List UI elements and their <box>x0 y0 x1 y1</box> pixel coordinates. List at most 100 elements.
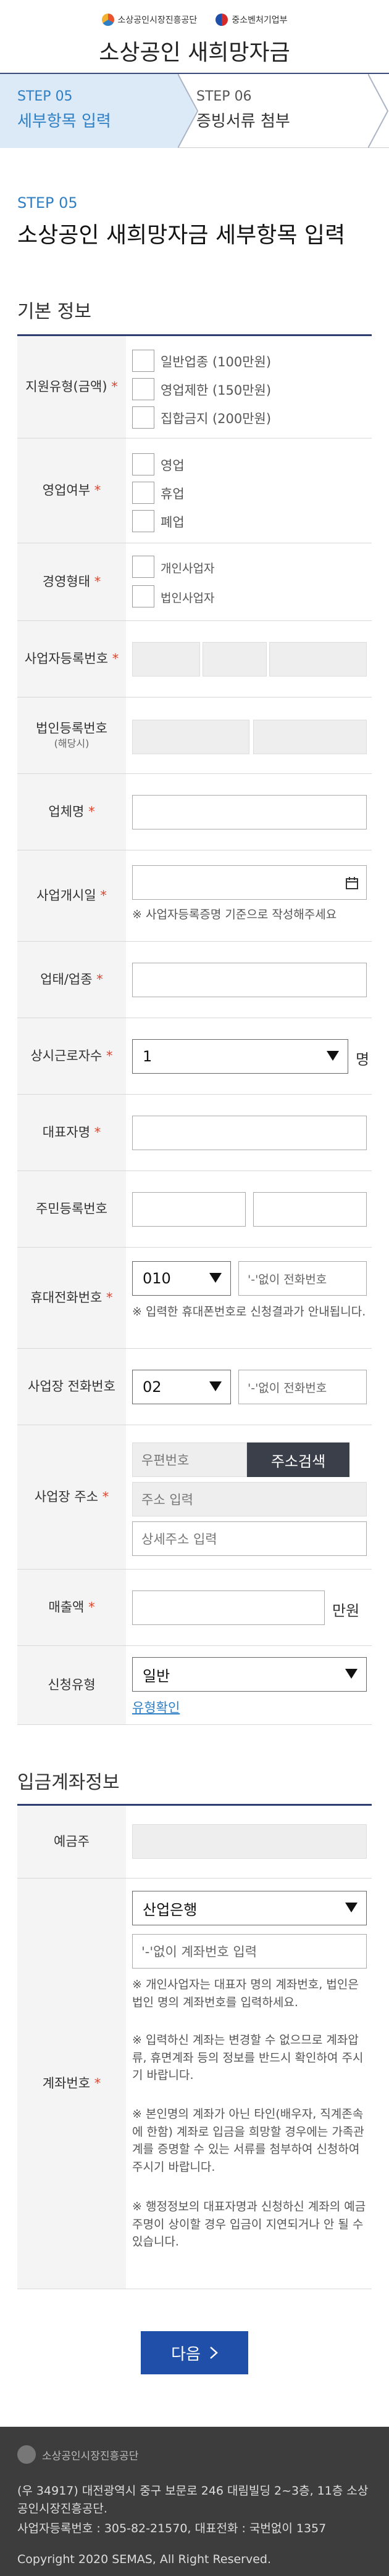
form-option-corporate: 법인사업자 <box>161 591 215 605</box>
step-next-label: 증빙서류 첨부 <box>196 112 290 131</box>
biz-reg-no-part2[interactable] <box>203 642 267 677</box>
section-step: STEP 05 <box>17 194 78 212</box>
row-ceo-name: 대표자명 * <box>17 1095 372 1171</box>
business-type-input[interactable] <box>132 963 367 997</box>
footer-biz-info: 사업자등록번호 : 305-82-21570, 대표전화 : 국번없이 1357 <box>17 2522 327 2535</box>
form-option-individual: 개인사업자 <box>161 562 215 575</box>
account-number-input[interactable]: '-'없이 계좌번호 입력 <box>132 1934 367 1969</box>
row-biz-phone: 사업장 전화번호 02 '-'없이 전화번호 <box>17 1349 372 1425</box>
row-support-type: 지원유형(금액) * 일반업종 (100만원) 영업제한 (150만원) 집합금… <box>17 336 372 438</box>
semas-logo-text: 소상공인시장진흥공단 <box>117 15 198 25</box>
account-number-label: 계좌번호 * <box>17 1879 126 2289</box>
biz-phone-number-input[interactable]: '-'없이 전화번호 <box>238 1370 367 1404</box>
support-type-option-3: 집합금지 (200만원) <box>161 411 272 426</box>
corp-reg-no-part1[interactable] <box>132 720 249 754</box>
row-company-name: 업체명 * <box>17 774 372 850</box>
company-name-input[interactable] <box>132 795 367 829</box>
footer-address: (우 34917) 대전광역시 중구 보문로 246 대림빌딩 2~3층, 11… <box>17 2484 369 2516</box>
status-option-suspended: 휴업 <box>161 487 185 501</box>
corp-reg-no-part2[interactable] <box>253 720 367 754</box>
sales-unit: 만원 <box>332 1602 360 1619</box>
mss-logo-icon <box>215 14 228 26</box>
form-checkbox-corporate[interactable] <box>132 585 154 607</box>
support-type-checkbox-2[interactable] <box>132 378 154 400</box>
zip-code-input[interactable]: 우편번호 <box>132 1442 247 1477</box>
address-detail-input[interactable]: 상세주소 입력 <box>132 1521 367 1556</box>
semas-logo-icon <box>101 14 114 26</box>
row-business-status: 영업여부 * 영업 휴업 폐업 <box>17 438 372 543</box>
bank-select[interactable]: 산업은행 <box>132 1891 367 1925</box>
address-search-button[interactable]: 주소검색 <box>247 1442 349 1477</box>
mobile-note: ※ 입력한 휴대폰번호로 신청결과가 안내됩니다. <box>132 1305 366 1319</box>
next-button[interactable]: 다음 <box>141 2331 248 2374</box>
mobile-label: 휴대전화번호 * <box>17 1248 126 1348</box>
step-arrow-icon <box>368 74 389 148</box>
row-employees: 상시근로자수 * 1 명 <box>17 1018 372 1095</box>
account-info-title: 입금계좌정보 <box>17 1772 120 1793</box>
step-current-number: STEP 05 <box>17 89 73 104</box>
next-button-label: 다음 <box>171 2345 201 2364</box>
address-label: 사업장 주소 * <box>17 1425 126 1569</box>
account-note-4: ※ 행정정보의 대표자명과 신청하신 계좌의 예금주명이 상이할 경우 입금이 … <box>132 2200 366 2249</box>
row-apply-type: 신청유형 일반 유형확인 <box>17 1646 372 1725</box>
status-checkbox-open[interactable] <box>132 453 154 475</box>
account-note-2: ※ 입력하신 계좌는 변경할 수 없으므로 계좌압류, 휴면계좌 등의 정보를 … <box>132 2033 364 2082</box>
status-option-open: 영업 <box>161 458 185 473</box>
employees-select[interactable]: 1 <box>132 1039 348 1074</box>
resident-no-part1[interactable] <box>132 1192 246 1227</box>
chevron-down-icon <box>209 1273 222 1283</box>
business-form-label: 경영형태 * <box>17 543 126 620</box>
footer-logo: 소상공인시장진흥공단 <box>17 2445 138 2464</box>
step-next-number: STEP 06 <box>196 89 252 104</box>
support-type-label: 지원유형(금액) * <box>17 336 126 438</box>
row-biz-reg-no: 사업자등록번호 * <box>17 621 372 697</box>
mobile-number-input[interactable]: '-'없이 전화번호 <box>238 1261 367 1296</box>
open-date-input[interactable] <box>132 865 367 900</box>
footer: 소상공인시장진흥공단 (우 34917) 대전광역시 중구 보문로 246 대림… <box>0 2427 389 2576</box>
chevron-right-icon <box>210 2347 218 2359</box>
form-checkbox-individual[interactable] <box>132 556 154 578</box>
ceo-name-input[interactable] <box>132 1116 367 1150</box>
footer-org: 소상공인시장진흥공단 <box>42 2450 139 2463</box>
status-checkbox-closed[interactable] <box>132 510 154 532</box>
sales-input[interactable] <box>132 1590 325 1625</box>
employees-unit: 명 <box>356 1051 370 1068</box>
biz-reg-no-label: 사업자등록번호 * <box>17 621 126 697</box>
biz-reg-no-part1[interactable] <box>132 642 200 677</box>
footer-logo-icon <box>17 2445 36 2464</box>
open-date-label: 사업개시일 * <box>17 850 126 941</box>
calendar-icon[interactable] <box>345 876 359 890</box>
step-current-label: 세부항목 입력 <box>17 112 111 131</box>
biz-phone-prefix-select[interactable]: 02 <box>132 1370 231 1404</box>
open-date-note: ※ 사업자등록증명 기준으로 작성해주세요 <box>132 908 337 921</box>
account-holder-input[interactable] <box>132 1824 367 1859</box>
row-corp-reg-no: 법인등록번호 (해당시) <box>17 697 372 774</box>
biz-phone-label: 사업장 전화번호 <box>17 1349 126 1425</box>
mobile-prefix-select[interactable]: 010 <box>132 1261 231 1296</box>
support-type-checkbox-3[interactable] <box>132 406 154 429</box>
support-type-option-1: 일반업종 (100만원) <box>161 355 272 369</box>
status-checkbox-suspended[interactable] <box>132 482 154 504</box>
header-logos: 소상공인시장진흥공단 중소벤처기업부 <box>0 14 389 26</box>
resident-no-part2[interactable] <box>253 1192 367 1227</box>
corp-reg-no-label: 법인등록번호 (해당시) <box>17 697 126 773</box>
footer-copyright: Copyright 2020 SEMAS, All Right Reserved… <box>17 2553 272 2566</box>
address-input[interactable]: 주소 입력 <box>132 1482 367 1516</box>
chevron-down-icon <box>345 1903 358 1912</box>
mss-logo[interactable]: 중소벤처기업부 <box>215 14 287 26</box>
apply-type-check-link[interactable]: 유형확인 <box>132 1698 180 1716</box>
employees-label: 상시근로자수 * <box>17 1018 126 1094</box>
step-current: STEP 05 세부항목 입력 <box>0 74 179 148</box>
support-type-checkbox-1[interactable] <box>132 350 154 372</box>
row-business-type: 업태/업종 * <box>17 942 372 1018</box>
status-option-closed: 폐업 <box>161 515 185 530</box>
chevron-down-icon <box>327 1051 339 1061</box>
semas-logo[interactable]: 소상공인시장진흥공단 <box>101 14 198 26</box>
row-business-form: 경영형태 * 개인사업자 법인사업자 <box>17 543 372 621</box>
chevron-down-icon <box>345 1669 358 1679</box>
row-account-number: 계좌번호 * 산업은행 '-'없이 계좌번호 입력 ※ 개인사업자는 대표자 명… <box>17 1879 372 2289</box>
biz-reg-no-part3[interactable] <box>269 642 367 677</box>
apply-type-select[interactable]: 일반 <box>132 1657 367 1692</box>
ceo-name-label: 대표자명 * <box>17 1095 126 1171</box>
row-address: 사업장 주소 * 우편번호 주소검색 주소 입력 상세주소 입력 <box>17 1425 372 1570</box>
